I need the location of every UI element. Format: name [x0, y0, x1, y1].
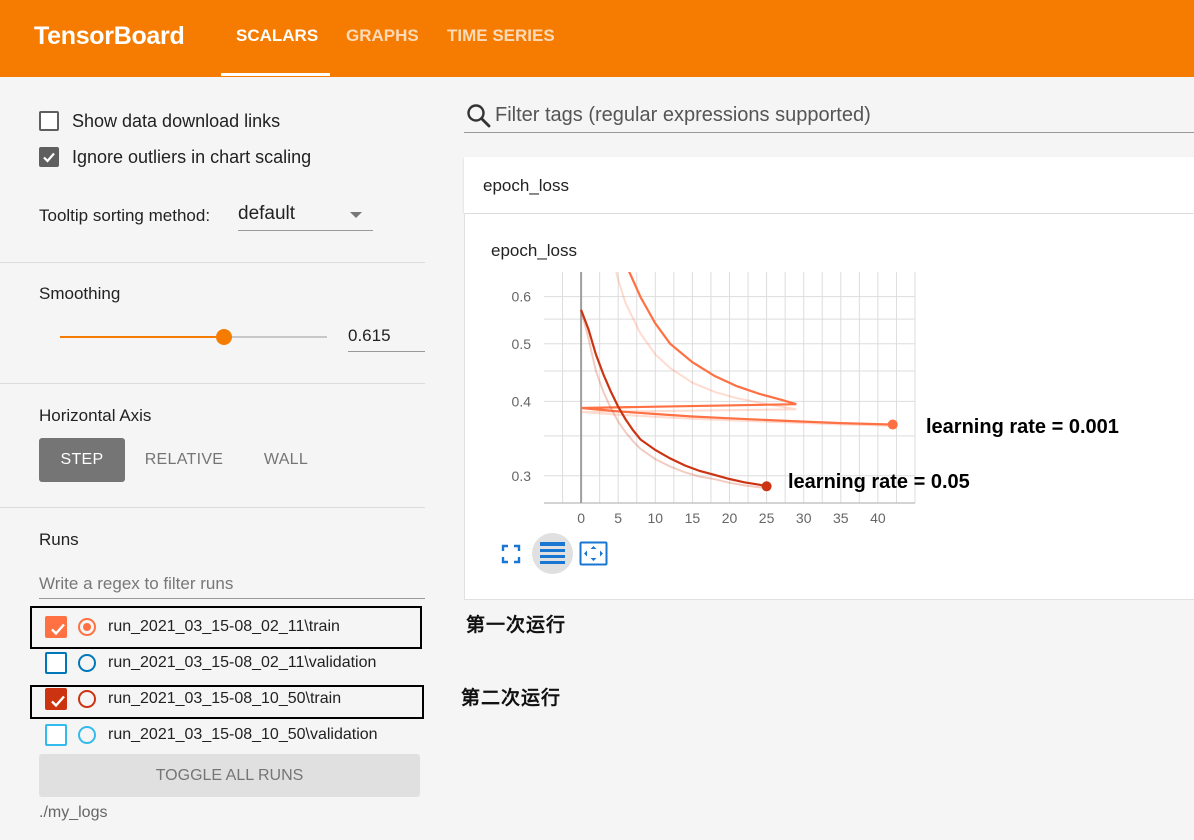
- divider: [0, 507, 425, 508]
- tag-filter-input[interactable]: Filter tags (regular expressions support…: [495, 104, 871, 127]
- tag-group-title: epoch_loss: [483, 176, 570, 195]
- run-color-radio[interactable]: [78, 654, 96, 672]
- chevron-down-icon[interactable]: [350, 212, 362, 218]
- run-name: run_2021_03_15-08_02_11\validation: [108, 654, 377, 671]
- divider: [0, 383, 425, 384]
- active-tab-indicator: [221, 73, 330, 76]
- filter-underline: [464, 132, 1194, 133]
- annotation-run2: learning rate = 0.05: [788, 471, 970, 493]
- chart-title: epoch_loss: [491, 241, 578, 260]
- x-tick-label: 40: [870, 510, 886, 526]
- horizontal-axis-label: Horizontal Axis: [39, 406, 152, 425]
- show-download-links-checkbox[interactable]: [39, 111, 59, 131]
- smoothing-input-underline: [348, 351, 425, 352]
- tooltip-sorting-select[interactable]: default: [238, 203, 295, 225]
- tooltip-sorting-label: Tooltip sorting method:: [39, 206, 211, 225]
- note-second-run: 第二次运行: [461, 688, 562, 709]
- epoch-loss-chart[interactable]: 0 5 10 15 20 25 30 35 40 0.3 0.4 0.5 0.6: [464, 260, 1194, 550]
- select-underline: [238, 230, 373, 231]
- highlight-box-run1: [30, 606, 422, 649]
- fit-domain-icon[interactable]: [579, 541, 608, 566]
- axis-step-button[interactable]: STEP: [39, 438, 125, 482]
- smoothing-value-input[interactable]: 0.615: [348, 326, 391, 346]
- app-title: TensorBoard: [34, 22, 185, 50]
- toggle-all-runs-button[interactable]: TOGGLE ALL RUNS: [39, 754, 420, 797]
- x-tick-label: 15: [685, 510, 701, 526]
- run-name: run_2021_03_15-08_10_50\validation: [108, 726, 378, 743]
- y-tick-label: 0.3: [512, 468, 532, 484]
- y-tick-label: 0.5: [512, 336, 532, 352]
- tab-scalars[interactable]: SCALARS: [236, 26, 318, 46]
- tab-time-series[interactable]: TIME SERIES: [447, 26, 555, 46]
- x-tick-label: 20: [722, 510, 738, 526]
- log-directory: ./my_logs: [39, 804, 108, 821]
- y-tick-label: 0.4: [512, 393, 532, 409]
- ignore-outliers-checkbox[interactable]: [39, 147, 59, 167]
- series-end-point: [887, 419, 898, 430]
- runs-label: Runs: [39, 530, 79, 549]
- series-end-point: [761, 481, 772, 492]
- run-checkbox[interactable]: [45, 652, 67, 674]
- x-tick-label: 30: [796, 510, 812, 526]
- run-color-radio[interactable]: [78, 726, 96, 744]
- highlight-box-run2: [30, 685, 424, 719]
- data-table-button[interactable]: [532, 533, 573, 574]
- data-table-icon: [540, 542, 565, 564]
- annotation-run1: learning rate = 0.001: [926, 416, 1119, 438]
- smoothing-label: Smoothing: [39, 284, 121, 303]
- note-first-run: 第一次运行: [466, 615, 567, 636]
- tag-group-header[interactable]: epoch_loss: [464, 157, 1194, 213]
- axis-relative-button[interactable]: RELATIVE: [135, 438, 233, 482]
- y-tick-label: 0.6: [512, 289, 532, 305]
- search-icon: [467, 104, 491, 128]
- tab-graphs[interactable]: GRAPHS: [346, 26, 419, 46]
- x-tick-label: 35: [833, 510, 849, 526]
- x-tick-label: 0: [577, 510, 585, 526]
- x-tick-label: 25: [759, 510, 775, 526]
- checkmark-icon: [43, 152, 55, 163]
- x-tick-label: 5: [614, 510, 622, 526]
- runs-filter-input[interactable]: [39, 570, 425, 599]
- divider: [0, 262, 425, 263]
- smoothing-slider-fill: [60, 336, 225, 338]
- fullscreen-icon[interactable]: [500, 543, 522, 565]
- top-app-bar: TensorBoard SCALARS GRAPHS TIME SERIES: [0, 0, 1194, 77]
- x-tick-label: 10: [648, 510, 664, 526]
- show-download-links-label[interactable]: Show data download links: [72, 111, 280, 132]
- ignore-outliers-label[interactable]: Ignore outliers in chart scaling: [72, 147, 311, 168]
- axis-wall-button[interactable]: WALL: [246, 438, 326, 482]
- run-checkbox[interactable]: [45, 724, 67, 746]
- series-smoothed-line: [580, 272, 893, 426]
